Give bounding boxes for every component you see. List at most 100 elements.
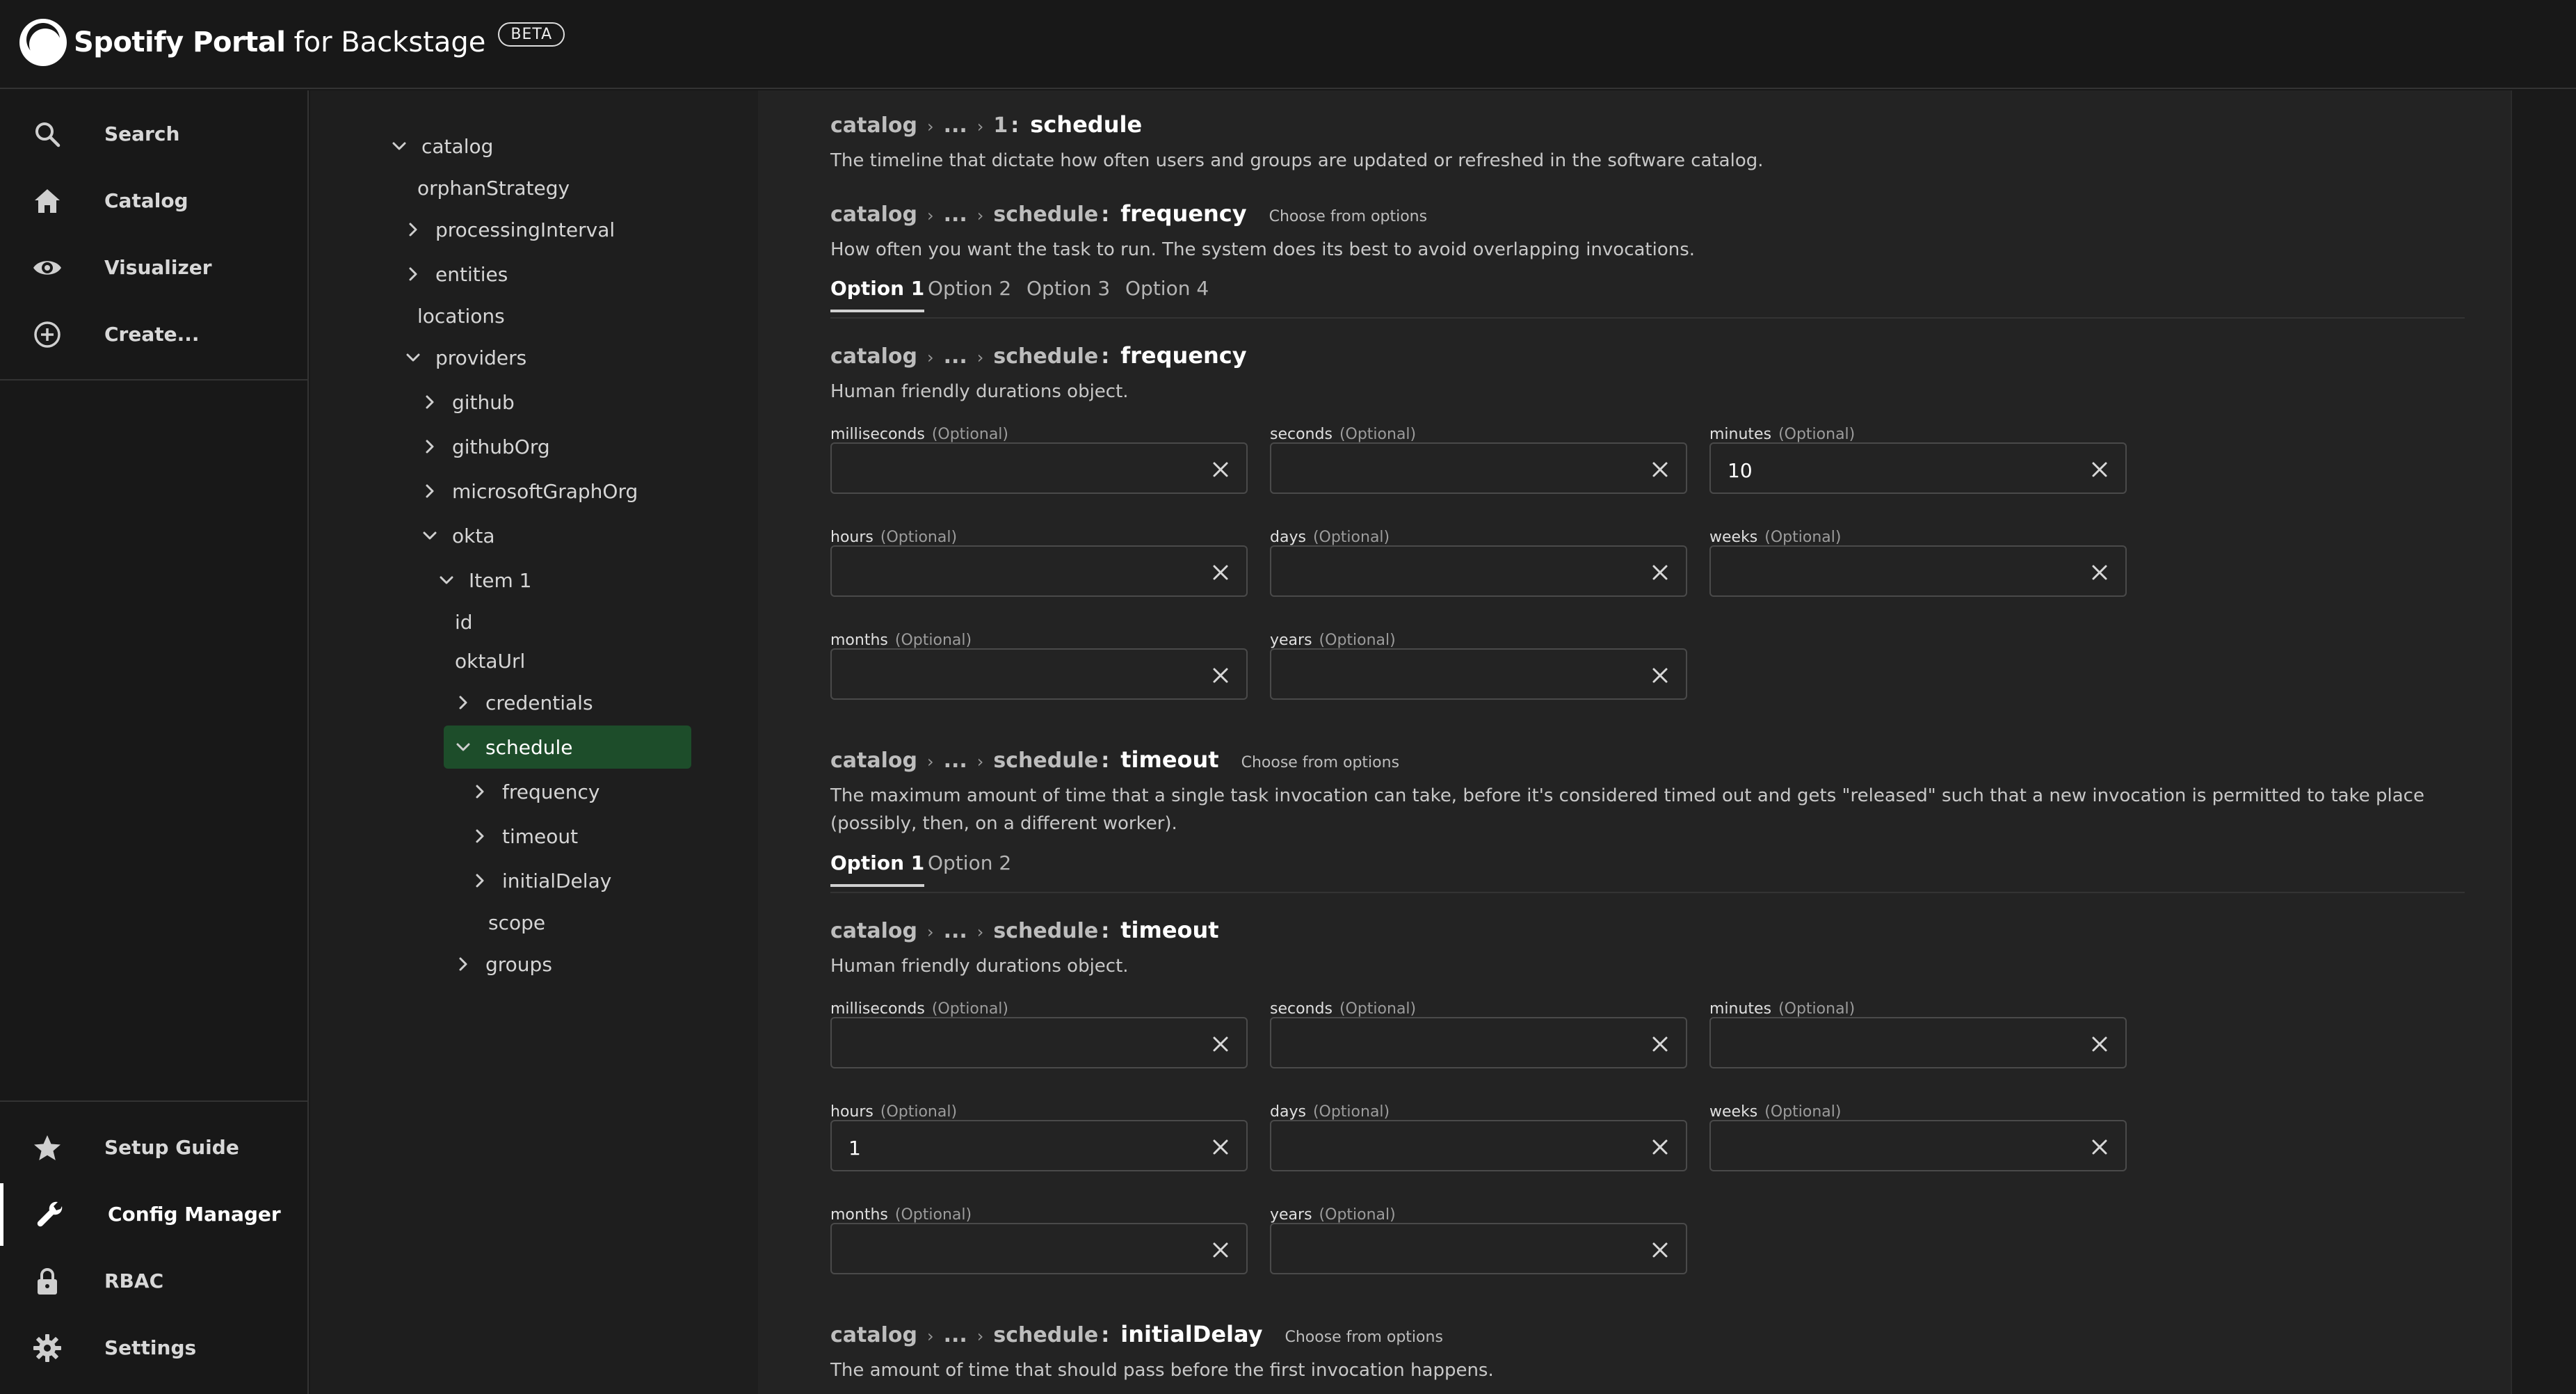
- tab-option-2[interactable]: Option 2: [928, 851, 1011, 884]
- hours-input[interactable]: [830, 545, 1248, 597]
- tree-node-scope[interactable]: scope: [488, 904, 545, 940]
- breadcrumb-parent[interactable]: schedule: [993, 202, 1098, 227]
- chevron-down-icon[interactable]: [403, 348, 423, 367]
- hours-input[interactable]: 1: [830, 1120, 1248, 1171]
- weeks-input[interactable]: [1709, 545, 2127, 597]
- tree-node-microsoftgraphorg[interactable]: microsoftGraphOrg: [420, 473, 638, 509]
- seconds-input[interactable]: [1270, 442, 1687, 494]
- clear-icon[interactable]: [1210, 1137, 1231, 1157]
- chevron-down-icon[interactable]: [389, 136, 409, 156]
- days-input[interactable]: [1270, 545, 1687, 597]
- clear-icon[interactable]: [1210, 562, 1231, 583]
- breadcrumb-ellipsis[interactable]: ...: [944, 919, 967, 943]
- clear-icon[interactable]: [1650, 1034, 1671, 1055]
- clear-icon[interactable]: [1650, 1240, 1671, 1260]
- breadcrumb-parent[interactable]: schedule: [993, 1323, 1098, 1347]
- tree-node-timeout[interactable]: timeout: [470, 818, 578, 854]
- breadcrumb-root[interactable]: catalog: [830, 1323, 917, 1347]
- clear-icon[interactable]: [1210, 459, 1231, 480]
- chevron-right-icon[interactable]: [420, 392, 440, 412]
- tree-node-okta[interactable]: okta: [420, 518, 494, 554]
- seconds-input[interactable]: [1270, 1017, 1687, 1068]
- nav-item-setup-guide[interactable]: Setup Guide: [0, 1116, 307, 1179]
- clear-icon[interactable]: [1650, 562, 1671, 583]
- tree-node-providers[interactable]: providers: [403, 339, 526, 376]
- breadcrumb-root[interactable]: catalog: [830, 344, 917, 369]
- tree-node-schedule[interactable]: schedule: [444, 726, 691, 769]
- tree-node-githuborg[interactable]: githubOrg: [420, 428, 550, 465]
- months-input[interactable]: [830, 648, 1248, 700]
- tree-node-credentials[interactable]: credentials: [453, 684, 593, 721]
- weeks-input[interactable]: [1709, 1120, 2127, 1171]
- tab-option-1[interactable]: Option 1: [830, 851, 925, 887]
- input-value[interactable]: 10: [1728, 459, 1753, 482]
- clear-icon[interactable]: [1650, 1137, 1671, 1157]
- nav-item-search[interactable]: Search: [0, 103, 307, 166]
- breadcrumb-ellipsis[interactable]: ...: [944, 748, 967, 773]
- app-logo[interactable]: Spotify Portal for Backstage BETA: [19, 18, 565, 67]
- breadcrumb-root[interactable]: catalog: [830, 202, 917, 227]
- years-input[interactable]: [1270, 648, 1687, 700]
- breadcrumb-ellipsis[interactable]: ...: [944, 113, 967, 138]
- clear-icon[interactable]: [1210, 1240, 1231, 1260]
- tree-node-id[interactable]: id: [455, 604, 473, 640]
- breadcrumb-root[interactable]: catalog: [830, 748, 917, 773]
- tree-node-orphanstrategy[interactable]: orphanStrategy: [417, 170, 570, 206]
- chevron-right-icon[interactable]: [453, 693, 473, 712]
- breadcrumb-ellipsis[interactable]: ...: [944, 344, 967, 369]
- years-input[interactable]: [1270, 1223, 1687, 1274]
- clear-icon[interactable]: [2089, 562, 2110, 583]
- clear-icon[interactable]: [2089, 459, 2110, 480]
- chevron-right-icon[interactable]: [420, 481, 440, 501]
- chevron-right-icon[interactable]: [403, 220, 423, 239]
- clear-icon[interactable]: [2089, 1137, 2110, 1157]
- input-value[interactable]: 1: [848, 1137, 861, 1160]
- milliseconds-input[interactable]: [830, 442, 1248, 494]
- clear-icon[interactable]: [1210, 1034, 1231, 1055]
- tab-option-3[interactable]: Option 3: [1027, 277, 1110, 310]
- nav-item-rbac[interactable]: RBAC: [0, 1250, 307, 1313]
- tree-node-frequency[interactable]: frequency: [470, 774, 599, 810]
- clear-icon[interactable]: [1650, 665, 1671, 686]
- tab-option-1[interactable]: Option 1: [830, 277, 925, 312]
- tab-option-4[interactable]: Option 4: [1125, 277, 1209, 310]
- tree-node-item-1[interactable]: Item 1: [437, 562, 531, 598]
- tree-node-initialdelay[interactable]: initialDelay: [470, 863, 611, 899]
- chevron-right-icon[interactable]: [470, 871, 490, 890]
- chevron-down-icon[interactable]: [453, 737, 473, 757]
- tree-node-entities[interactable]: entities: [403, 256, 508, 292]
- tab-option-2[interactable]: Option 2: [928, 277, 1011, 310]
- chevron-right-icon[interactable]: [470, 826, 490, 846]
- tree-node-locations[interactable]: locations: [417, 298, 505, 334]
- chevron-right-icon[interactable]: [453, 954, 473, 974]
- nav-item-catalog[interactable]: Catalog: [0, 170, 307, 232]
- clear-icon[interactable]: [1650, 459, 1671, 480]
- days-input[interactable]: [1270, 1120, 1687, 1171]
- tree-node-processinginterval[interactable]: processingInterval: [403, 211, 615, 248]
- clear-icon[interactable]: [1210, 665, 1231, 686]
- nav-item-config-manager[interactable]: Config Manager: [0, 1183, 307, 1246]
- tree-node-groups[interactable]: groups: [453, 946, 552, 982]
- tree-node-github[interactable]: github: [420, 384, 515, 420]
- tree-node-oktaurl[interactable]: oktaUrl: [455, 643, 525, 679]
- scrollbar-gutter[interactable]: [2511, 90, 2576, 1394]
- nav-item-settings[interactable]: Settings: [0, 1317, 307, 1379]
- minutes-input[interactable]: 10: [1709, 442, 2127, 494]
- tree-node-catalog[interactable]: catalog: [389, 128, 493, 164]
- breadcrumb-root[interactable]: catalog: [830, 113, 917, 138]
- minutes-input[interactable]: [1709, 1017, 2127, 1068]
- nav-item-visualizer[interactable]: Visualizer: [0, 237, 307, 299]
- chevron-right-icon[interactable]: [470, 782, 490, 801]
- breadcrumb-ellipsis[interactable]: ...: [944, 1323, 967, 1347]
- breadcrumb-parent[interactable]: schedule: [993, 748, 1098, 773]
- breadcrumb-parent[interactable]: schedule: [993, 919, 1098, 943]
- breadcrumb-parent[interactable]: 1: [993, 113, 1008, 138]
- milliseconds-input[interactable]: [830, 1017, 1248, 1068]
- chevron-right-icon[interactable]: [420, 437, 440, 456]
- chevron-down-icon[interactable]: [420, 526, 440, 545]
- breadcrumb-parent[interactable]: schedule: [993, 344, 1098, 369]
- months-input[interactable]: [830, 1223, 1248, 1274]
- breadcrumb-root[interactable]: catalog: [830, 919, 917, 943]
- breadcrumb-ellipsis[interactable]: ...: [944, 202, 967, 227]
- nav-item-create[interactable]: Create...: [0, 303, 307, 366]
